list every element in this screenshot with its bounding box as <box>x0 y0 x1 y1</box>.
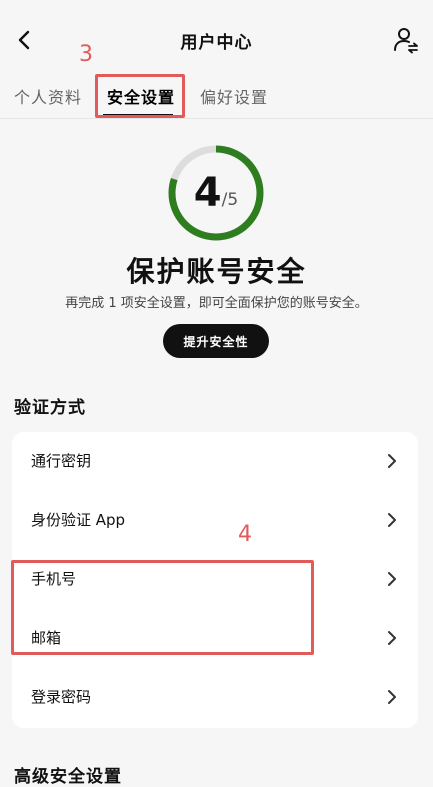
page-title: 用户中心 <box>180 33 253 53</box>
annotation-step-4: 4 <box>238 522 252 547</box>
chevron-right-icon <box>388 454 396 468</box>
annotation-step-3: 3 <box>79 42 93 67</box>
tab-bar: 个人资料 安全设置 偏好设置 <box>0 78 433 119</box>
annotation-highlight-rows <box>11 560 314 655</box>
list-item-authenticator-app[interactable]: 身份验证 App <box>12 491 418 550</box>
tab-preferences[interactable]: 偏好设置 <box>200 84 268 108</box>
list-item-passkey[interactable]: 通行密钥 <box>12 432 418 491</box>
list-item-label: 身份验证 App <box>31 511 126 529</box>
security-headline: 保护账号安全 <box>126 255 307 288</box>
score-total: /5 <box>221 190 239 210</box>
user-switch-icon[interactable] <box>393 26 419 54</box>
advanced-section-title: 高级安全设置 <box>14 767 122 787</box>
header-bar: 用户中心 <box>0 0 433 78</box>
list-item-label: 通行密钥 <box>31 452 92 470</box>
security-subtitle: 再完成 1 项安全设置，即可全面保护您的账号安全。 <box>65 296 368 311</box>
tab-profile[interactable]: 个人资料 <box>14 84 82 108</box>
verification-section-title: 验证方式 <box>14 398 86 418</box>
score-current: 4 <box>193 170 222 216</box>
improve-security-button[interactable]: 提升安全性 <box>163 324 269 358</box>
security-score: 4 /5 <box>166 143 266 243</box>
list-item-login-password[interactable]: 登录密码 <box>12 668 418 727</box>
annotation-highlight-tab <box>95 74 185 118</box>
list-item-label: 登录密码 <box>31 688 92 706</box>
chevron-right-icon <box>388 690 396 704</box>
chevron-right-icon <box>388 631 396 645</box>
chevron-right-icon <box>388 572 396 586</box>
chevron-right-icon <box>388 513 396 527</box>
